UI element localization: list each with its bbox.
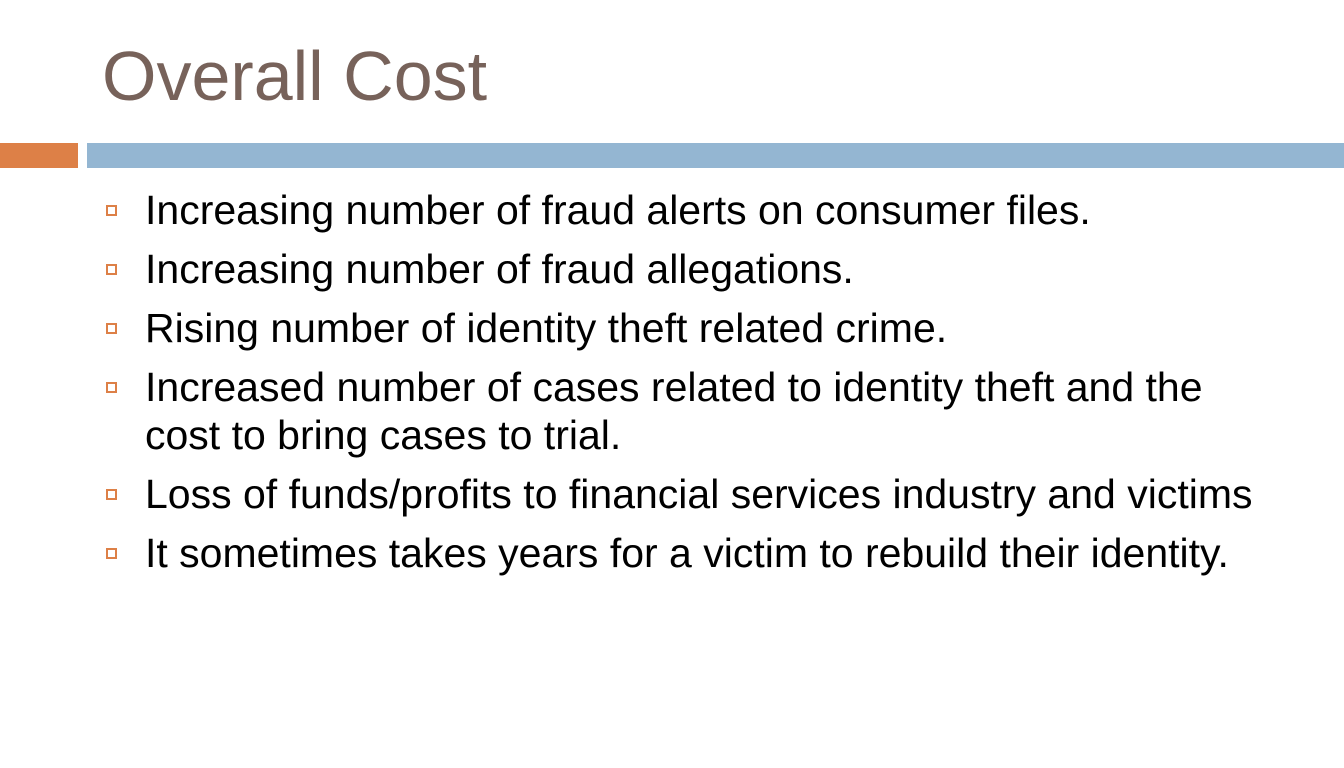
hollow-square-icon xyxy=(106,489,117,500)
title-underline-bar xyxy=(87,143,1344,168)
bullet-text: Increased number of cases related to ide… xyxy=(145,364,1203,458)
hollow-square-icon xyxy=(106,205,117,216)
bullet-text: It sometimes takes years for a victim to… xyxy=(145,530,1229,576)
bullet-text: Increasing number of fraud alerts on con… xyxy=(145,187,1091,233)
bullet-item: Loss of funds/profits to financial servi… xyxy=(104,470,1254,518)
bullet-text: Increasing number of fraud allegations. xyxy=(145,246,854,292)
bullet-text: Loss of funds/profits to financial servi… xyxy=(145,471,1253,517)
slide: Overall Cost Increasing number of fraud … xyxy=(0,0,1344,768)
hollow-square-icon xyxy=(106,264,117,275)
hollow-square-icon xyxy=(106,323,117,334)
title-accent-bar xyxy=(0,143,78,168)
bullet-text: Rising number of identity theft related … xyxy=(145,305,948,351)
bullet-item: Rising number of identity theft related … xyxy=(104,304,1254,352)
hollow-square-icon xyxy=(106,548,117,559)
bullet-item: Increasing number of fraud alerts on con… xyxy=(104,186,1254,234)
hollow-square-icon xyxy=(106,382,117,393)
bullet-item: It sometimes takes years for a victim to… xyxy=(104,529,1254,577)
bullet-item: Increasing number of fraud allegations. xyxy=(104,245,1254,293)
slide-title: Overall Cost xyxy=(102,37,488,115)
bullet-list: Increasing number of fraud alerts on con… xyxy=(104,186,1254,588)
bullet-item: Increased number of cases related to ide… xyxy=(104,363,1254,459)
